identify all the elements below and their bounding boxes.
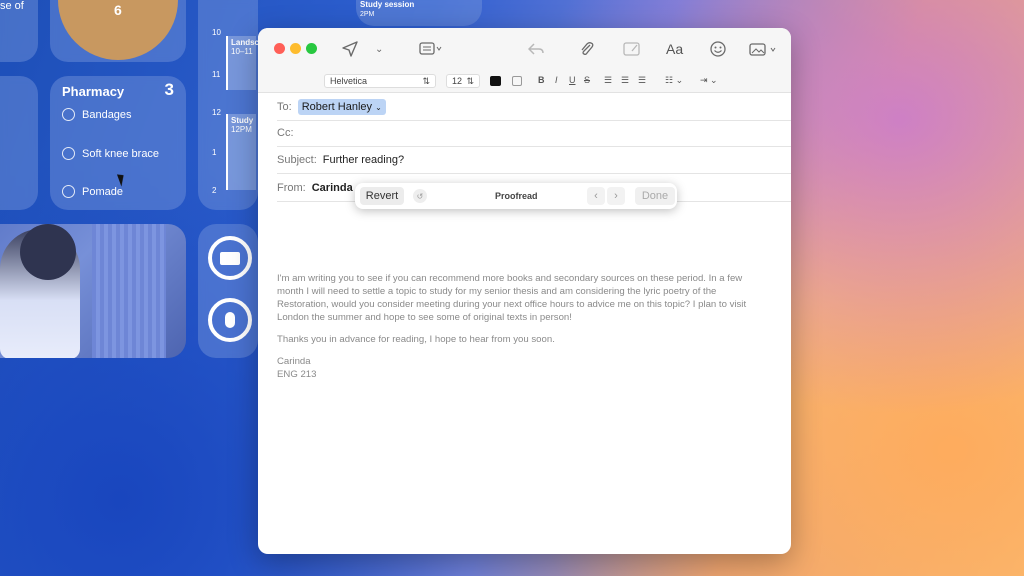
event-time: 10–11: [231, 47, 253, 56]
background-color-swatch[interactable]: [512, 76, 522, 86]
cc-label: Cc:: [277, 127, 294, 139]
reminder-label: Pomade: [82, 185, 123, 198]
body-paragraph: Thanks you in advance for reading, I hop…: [277, 334, 555, 345]
format-bar: Helvetica ⇅ 12 ⇅ B I U S ☰ ☰ ☰ ☷ ⌄ ⇥ ⌄: [258, 70, 791, 93]
recipient-token[interactable]: Robert Hanley ⌄: [297, 99, 386, 115]
mail-compose-window[interactable]: ⌄ Aa Helvetica ⇅ 12 ⇅ B I U S ☰ ☰ ☰ ☷ ⌄ …: [258, 28, 791, 554]
font-family-value: Helvetica: [330, 76, 368, 86]
body-paragraph: I'm am writing you to see if you can rec…: [277, 273, 747, 323]
previous-icon[interactable]: ‹: [587, 187, 605, 205]
next-icon[interactable]: ›: [607, 187, 625, 205]
close-button[interactable]: [274, 43, 285, 54]
subject-value: Further reading?: [322, 154, 405, 166]
font-family-select[interactable]: Helvetica ⇅: [324, 74, 436, 88]
mouse-icon: [208, 298, 252, 342]
clock-number: 6: [114, 2, 122, 18]
recipient-name: Robert Hanley: [301, 101, 373, 113]
checkbox-icon[interactable]: [62, 108, 75, 121]
paperclip-icon[interactable]: [580, 39, 594, 59]
font-size-select[interactable]: 12 ⇅: [446, 74, 480, 88]
strikethrough-button[interactable]: S: [584, 75, 590, 85]
message-body[interactable]: I'm am writing you to see if you can rec…: [277, 272, 767, 381]
send-icon[interactable]: [342, 39, 358, 59]
reply-icon[interactable]: [528, 39, 544, 59]
align-right-icon[interactable]: ☰: [638, 75, 646, 86]
titlebar: ⌄ Aa: [258, 28, 791, 70]
calendar-hour: 2: [212, 186, 217, 195]
chevron-down-icon[interactable]: ⌄: [375, 39, 383, 59]
calendar-hour: 11: [212, 70, 221, 79]
to-label: To:: [277, 101, 292, 113]
align-left-icon[interactable]: ☰: [604, 75, 612, 86]
reminder-item[interactable]: Bandages: [62, 108, 132, 121]
subject-label: Subject:: [277, 154, 317, 166]
cc-field[interactable]: Cc:: [277, 120, 791, 147]
reminders-title: Pharmacy: [62, 84, 125, 99]
calendar-hour: 1: [212, 148, 217, 157]
subject-field[interactable]: Subject: Further reading?: [277, 147, 791, 174]
chevron-down-icon: ⌄: [375, 103, 382, 112]
checkbox-icon[interactable]: [62, 147, 75, 160]
calendar-widget[interactable]: 10 11 12 1 2 Landsc 10–11 Study 12PM: [198, 0, 260, 210]
align-center-icon[interactable]: ☰: [621, 75, 629, 86]
photo-background: [92, 224, 166, 358]
stepper-icon: ⇅: [422, 75, 430, 86]
reminder-label: Soft knee brace: [82, 147, 160, 160]
history-icon[interactable]: ↺: [413, 189, 427, 203]
calendar-hour: 12: [212, 108, 221, 117]
list-icon[interactable]: ☷ ⌄: [665, 75, 683, 86]
clock-face: 8 6 4: [58, 0, 178, 60]
proofread-title: Proofread: [495, 191, 538, 201]
font-icon[interactable]: Aa: [666, 39, 683, 59]
clock-widget[interactable]: 8 6 4: [50, 0, 186, 62]
event-time: 2PM: [360, 11, 375, 18]
event-title: Landsc: [231, 38, 260, 47]
reminder-label: Bandages: [82, 108, 132, 121]
text-color-swatch[interactable]: [490, 76, 501, 86]
revert-button[interactable]: Revert: [360, 187, 404, 205]
reminder-item[interactable]: Pomade: [62, 185, 123, 198]
reminders-widget[interactable]: Pharmacy 3 Bandages Soft knee brace Poma…: [50, 76, 186, 210]
done-button[interactable]: Done: [635, 187, 675, 205]
photo-icon[interactable]: [749, 39, 777, 59]
from-label: From:: [277, 182, 306, 194]
markup-icon[interactable]: [623, 39, 641, 59]
reminders-count: 3: [164, 80, 174, 99]
calendar-event[interactable]: Study 12PM: [226, 114, 256, 190]
notes-widget[interactable]: se of: [0, 0, 38, 62]
font-size-value: 12: [452, 76, 463, 86]
left-widget[interactable]: [0, 76, 38, 210]
underline-button[interactable]: U: [569, 75, 576, 85]
cat-head-image: [20, 224, 76, 280]
notes-widget-text: se of: [0, 0, 24, 12]
proofread-toolbar: Revert ↺ Proofread ‹ › Done: [355, 183, 677, 209]
event-title: Study: [231, 116, 254, 125]
signature-line: ENG 213: [277, 369, 317, 380]
italic-button[interactable]: I: [555, 75, 558, 85]
checkbox-icon[interactable]: [62, 185, 75, 198]
header-fields-icon[interactable]: [419, 39, 443, 59]
bold-button[interactable]: B: [538, 75, 545, 85]
stepper-icon: ⇅: [466, 75, 474, 86]
photo-widget[interactable]: [0, 224, 186, 358]
zoom-button[interactable]: [306, 43, 317, 54]
calendar-hour: 10: [212, 28, 221, 37]
indent-icon[interactable]: ⇥ ⌄: [700, 75, 718, 86]
event-time: 12PM: [231, 125, 252, 134]
signature-line: Carinda: [277, 356, 311, 367]
event-title: Study session: [360, 0, 415, 9]
reminder-item[interactable]: Soft knee brace: [62, 147, 159, 160]
calendar-event[interactable]: Landsc 10–11: [226, 36, 260, 90]
batteries-widget[interactable]: [198, 224, 258, 358]
laptop-icon: [208, 236, 252, 280]
calendar-upcoming-widget[interactable]: Study session 2PM: [356, 0, 482, 26]
to-field[interactable]: To: Robert Hanley ⌄: [277, 94, 791, 121]
emoji-icon[interactable]: [710, 39, 726, 59]
minimize-button[interactable]: [290, 43, 301, 54]
from-value: Carinda: [311, 182, 353, 194]
